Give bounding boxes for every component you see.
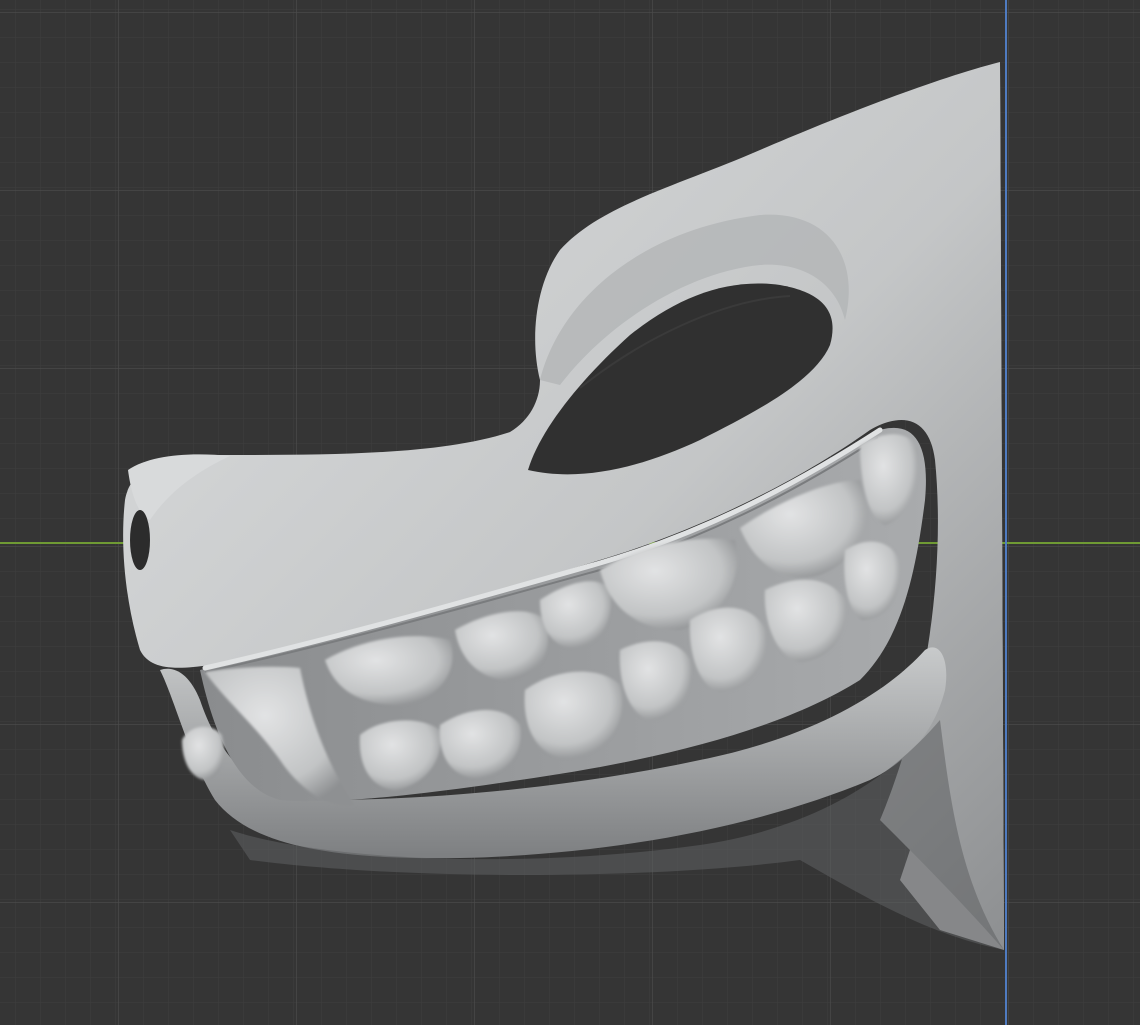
3d-viewport[interactable]	[0, 0, 1140, 1025]
viewport-canvas	[0, 0, 1140, 1025]
nostril-opening	[130, 510, 150, 570]
